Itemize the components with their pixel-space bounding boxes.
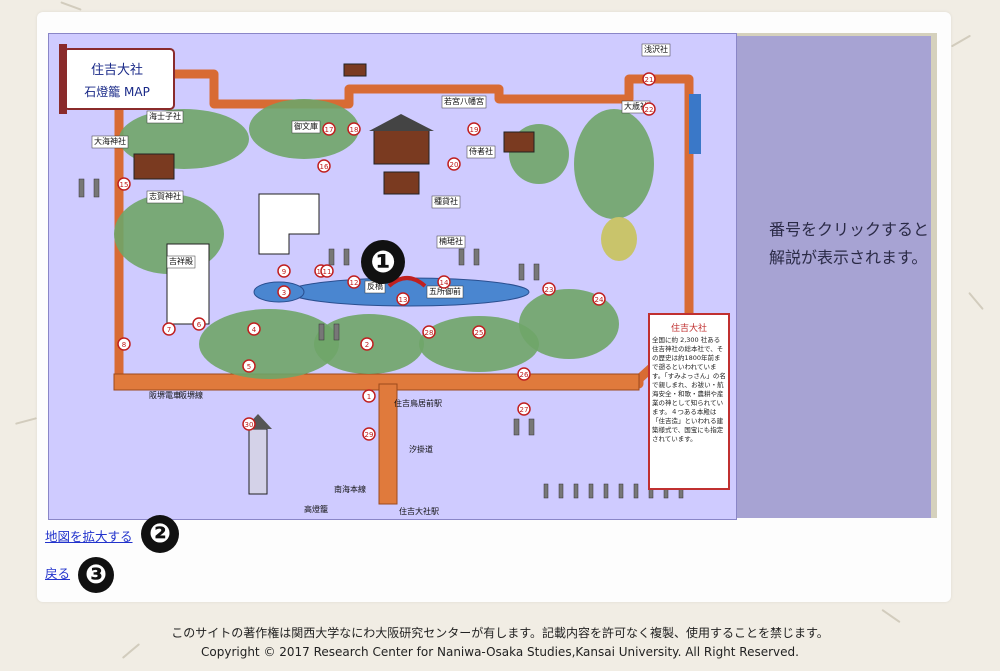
shrine-label-5: 楠珺社 <box>439 236 463 246</box>
shrine-label-3: 若宮八幡宮 <box>444 96 484 106</box>
lantern-pin-number: 29 <box>365 431 374 439</box>
lantern-pin-number: 27 <box>520 406 529 414</box>
lantern-pin-number: 21 <box>645 76 654 84</box>
shrine-label-0: 大海神社 <box>94 136 126 146</box>
place-label-6: 高燈籠 <box>304 504 328 514</box>
shrine-label-1: 浅沢社 <box>644 44 668 54</box>
lantern-pin-number: 8 <box>122 341 126 349</box>
lantern-pin-26[interactable]: 26 <box>517 367 531 381</box>
lantern-pin-12[interactable]: 12 <box>347 275 361 289</box>
lantern-pin-20[interactable]: 20 <box>447 157 461 171</box>
footer: このサイトの著作権は関西大学なにわ大阪研究センターが有します。記載内容を許可なく… <box>0 624 1000 662</box>
lantern-pin-5[interactable]: 5 <box>242 359 256 373</box>
lantern-pin-number: 12 <box>350 279 359 287</box>
footer-copyright-en: Copyright © 2017 Research Center for Nan… <box>201 645 799 659</box>
lantern-pin-28[interactable]: 28 <box>422 325 436 339</box>
lantern-pin-number: 5 <box>247 363 251 371</box>
lantern-pin-2[interactable]: 2 <box>360 337 374 351</box>
lantern-pin-6[interactable]: 6 <box>192 317 206 331</box>
place-label-4: 住吉鳥居前駅 <box>394 398 442 408</box>
lantern-pin-4[interactable]: 4 <box>247 322 261 336</box>
place-label-2: 南海本線 <box>334 484 366 494</box>
shrine-label-4: 侍者社 <box>469 146 493 156</box>
lantern-pin-29[interactable]: 29 <box>362 427 376 441</box>
shrine-label-9: 吉祥殿 <box>169 256 193 266</box>
map-title-sub: 石燈籠 MAP <box>84 84 150 99</box>
lantern-pin-14[interactable]: 14 <box>437 275 451 289</box>
marker-2: ❷ <box>141 515 179 553</box>
lantern-pin-11[interactable]: 11 <box>320 264 334 278</box>
lantern-pin-30[interactable]: 30 <box>242 417 256 431</box>
info-panel-hint: 番号をクリックすると 解説が表示されます。 <box>769 220 930 267</box>
footer-copyright-jp: このサイトの著作権は関西大学なにわ大阪研究センターが有します。記載内容を許可なく… <box>171 626 829 640</box>
map-note-body: 全国に約 2,300 社ある住吉神社の総本社で、その歴史は約1800年前まで遡る… <box>652 336 726 443</box>
shrine-label-10: 海士子社 <box>149 111 181 121</box>
lantern-pin-3[interactable]: 3 <box>277 285 291 299</box>
shrine-label-11: 志賀神社 <box>149 191 181 201</box>
lantern-pin-16[interactable]: 16 <box>317 159 331 173</box>
lantern-pin-number: 30 <box>245 421 254 429</box>
map-title-name: 住吉大社 <box>91 62 143 78</box>
place-label-1: 阪堺線 <box>179 390 203 400</box>
lantern-pin-number: 2 <box>365 341 369 349</box>
lantern-pin-27[interactable]: 27 <box>517 402 531 416</box>
lantern-pin-number: 11 <box>323 268 332 276</box>
lantern-pin-24[interactable]: 24 <box>592 292 606 306</box>
lantern-pin-number: 1 <box>367 393 371 401</box>
lantern-pin-number: 25 <box>475 329 484 337</box>
marker-3: ❸ <box>78 557 114 593</box>
lantern-pin-number: 28 <box>425 329 434 337</box>
lantern-pin-1[interactable]: 1 <box>362 389 376 403</box>
lantern-pin-15[interactable]: 15 <box>117 177 131 191</box>
lantern-pin-number: 14 <box>440 279 449 287</box>
lantern-pin-8[interactable]: 8 <box>117 337 131 351</box>
lantern-pin-number: 23 <box>545 286 554 294</box>
lantern-pin-number: 22 <box>645 106 654 114</box>
lantern-pin-number: 9 <box>282 268 286 276</box>
lantern-pin-number: 4 <box>252 326 257 334</box>
lantern-pin-number: 6 <box>197 321 202 329</box>
lantern-pin-number: 26 <box>520 371 529 379</box>
place-label-0: 阪堺電車 <box>149 390 181 400</box>
place-labels: 阪堺電車阪堺線南海本線住吉大社駅 住吉鳥居前駅汐掛道高燈籠 <box>149 390 442 516</box>
map-note-title: 住吉大社 <box>671 322 707 334</box>
shrine-label-12: 御文庫 <box>294 121 318 131</box>
lantern-pin-9[interactable]: 9 <box>277 264 291 278</box>
place-label-3: 住吉大社駅 <box>399 506 439 516</box>
lantern-pin-7[interactable]: 7 <box>162 322 176 336</box>
info-panel: 番号をクリックすると 解説が表示されます。 <box>737 33 937 518</box>
lantern-pin-number: 18 <box>350 126 359 134</box>
lantern-pin-13[interactable]: 13 <box>396 292 410 306</box>
lantern-pin-number: 16 <box>320 163 329 171</box>
enlarge-map-link[interactable]: 地図を拡大する <box>45 526 133 545</box>
lantern-pin-number: 13 <box>399 296 408 304</box>
lantern-pin-18[interactable]: 18 <box>347 122 361 136</box>
lantern-pin-17[interactable]: 17 <box>322 122 336 136</box>
lantern-pin-23[interactable]: 23 <box>542 282 556 296</box>
lantern-pin-number: 24 <box>595 296 604 304</box>
lantern-pin-number: 20 <box>450 161 459 169</box>
lantern-pin-22[interactable]: 22 <box>642 102 656 116</box>
back-link[interactable]: 戻る <box>45 563 70 582</box>
lantern-pin-number: 15 <box>120 181 129 189</box>
marker-1: ❶ <box>361 240 405 284</box>
lantern-pin-25[interactable]: 25 <box>472 325 486 339</box>
lantern-pin-number: 17 <box>325 126 334 134</box>
lantern-pin-number: 7 <box>167 326 171 334</box>
place-label-5: 汐掛道 <box>409 444 433 454</box>
lantern-pin-number: 19 <box>470 126 479 134</box>
lantern-pin-number: 3 <box>282 289 286 297</box>
lantern-pin-19[interactable]: 19 <box>467 122 481 136</box>
lantern-pin-21[interactable]: 21 <box>642 72 656 86</box>
shrine-label-6: 種貸社 <box>434 196 458 206</box>
